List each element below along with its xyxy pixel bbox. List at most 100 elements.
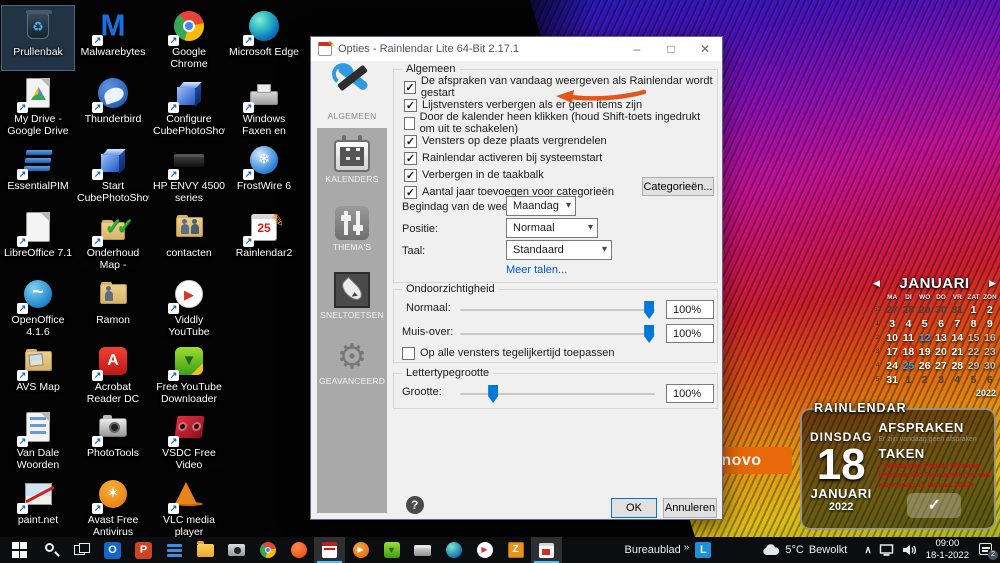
toolbar-overflow-chevron[interactable]: » <box>684 542 690 553</box>
checkbox-box[interactable] <box>402 347 415 360</box>
taskbar-youtube-downloader-button[interactable]: ▼ <box>376 537 407 563</box>
calendar-day[interactable]: 1 <box>965 303 981 317</box>
calendar-day[interactable]: 10 <box>884 331 900 345</box>
calendar-day[interactable]: 16 <box>982 331 998 345</box>
calendar-day[interactable]: 29 <box>917 303 933 317</box>
hidden-icons-chevron[interactable]: ∧ <box>864 545 871 556</box>
fontsize-slider[interactable] <box>460 393 655 395</box>
apply-all-windows-checkbox[interactable]: Op alle vensters tegelijkertijd toepasse… <box>402 346 614 360</box>
desktop-icon-vlc[interactable]: ↗VLC media player <box>153 474 225 538</box>
desktop-icon-contacten[interactable]: contacten <box>153 207 225 271</box>
checkbox-box[interactable]: ✓ <box>404 186 417 199</box>
desktop-icon-essentialpim[interactable]: ↗EssentialPIM <box>2 140 74 204</box>
taskbar-camera-button[interactable] <box>221 537 252 563</box>
calendar-widget[interactable]: ◀ JANUARI ▶ MADIWODOVRZATZON522728293031… <box>871 275 998 398</box>
network-icon[interactable] <box>879 543 895 557</box>
sidebar-item-sneltoetsen[interactable]: SNELTOETSEN <box>317 262 387 329</box>
checkbox-box[interactable]: ✓ <box>404 81 416 94</box>
volume-icon[interactable] <box>902 543 917 557</box>
desktop-icon-acrobat[interactable]: A↗Acrobat Reader DC <box>77 341 149 405</box>
checkbox-box[interactable]: ✓ <box>404 152 417 165</box>
calendar-day[interactable]: 9 <box>982 317 998 331</box>
calendar-day[interactable]: 12 <box>917 331 933 345</box>
sidebar-item-algemeen[interactable]: ALGEMEEN <box>317 61 387 128</box>
rainlendar-today-widget[interactable]: RAINLENDAR DINSDAG 18 JANUARI 2022 AFSPR… <box>800 408 996 530</box>
taskbar-search-button[interactable] <box>35 537 66 563</box>
calendar-day[interactable]: 27 <box>933 359 949 373</box>
taskbar-rainlendar-options-button[interactable] <box>314 537 345 563</box>
more-languages-link[interactable]: Meer talen... <box>506 264 567 276</box>
calendar-day[interactable]: 17 <box>884 345 900 359</box>
checkbox-6[interactable]: ✓Verbergen in de taakbalk <box>404 168 544 182</box>
calendar-next-icon[interactable]: ▶ <box>989 278 996 289</box>
dialog-titlebar[interactable]: Opties - Rainlendar Lite 64-Bit 2.17.1 –… <box>311 37 722 61</box>
desktop-icon-vsdc[interactable]: ↗VSDC Free Video Converter x32 <box>153 407 225 471</box>
desktop-icon-onderhoud[interactable]: ✓✓↗Onderhoud Map - Snelkoppeling <box>77 207 149 271</box>
opacity-normal-slider[interactable] <box>460 309 655 311</box>
cancel-button[interactable]: Annuleren <box>663 498 717 518</box>
checkbox-2[interactable]: ✓Lijstvensters verbergen als er geen ite… <box>404 98 642 112</box>
calendar-day[interactable]: 15 <box>965 331 981 345</box>
calendar-day[interactable]: 5 <box>965 373 981 387</box>
desktop-icon-paintnet[interactable]: ↗paint.net <box>2 474 74 538</box>
taskbar-explorer-button[interactable] <box>190 537 221 563</box>
desktop-icon-mydrive[interactable]: ↗My Drive - Google Drive <box>2 73 74 137</box>
desktop-icon-vandale[interactable]: ↗Van Dale Woorden boek.htm - Snelk... <box>2 407 74 471</box>
calendar-day[interactable]: 5 <box>917 317 933 331</box>
calendar-day[interactable]: 4 <box>900 317 916 331</box>
sidebar-item-geavanceerd[interactable]: ⚙GEAVANCEERD <box>317 329 387 396</box>
taskbar-edge-button[interactable] <box>438 537 469 563</box>
checkbox-3[interactable]: Door de kalender heen klikken (houd Shif… <box>404 116 717 130</box>
language-dropdown[interactable]: Standaard <box>506 240 612 260</box>
desktop-icon-hpenvy[interactable]: ↗HP ENVY 4500 series <box>153 140 225 204</box>
taken-item[interactable]: • Verjaardag Pop de Miranda (Paramaribo … <box>878 461 990 489</box>
calendar-day[interactable]: 28 <box>949 359 965 373</box>
calendar-day[interactable]: 3 <box>884 317 900 331</box>
calendar-day[interactable]: 13 <box>933 331 949 345</box>
taskbar-viddly-button[interactable]: ▶ <box>469 537 500 563</box>
minimize-button[interactable]: – <box>620 37 654 61</box>
desktop-icon-avast[interactable]: ✶↗Avast Free Antivirus <box>77 474 149 538</box>
desktop-icon-startcube[interactable]: ↗Start CubePhotoShow <box>77 140 149 204</box>
taskbar-powerpoint-button[interactable]: P <box>128 537 159 563</box>
calendar-day[interactable]: 30 <box>933 303 949 317</box>
sidebar-item-themas[interactable]: THEMA'S <box>317 195 387 262</box>
week-start-dropdown[interactable]: Maandag <box>506 196 576 216</box>
desktop-toolbar[interactable]: Bureaublad » L <box>625 542 712 558</box>
ok-button[interactable]: OK <box>611 498 657 518</box>
calendar-day[interactable]: 2 <box>917 373 933 387</box>
help-button[interactable]: ? <box>406 496 424 514</box>
desktop-icon-libreoffice[interactable]: ↗LibreOffice 7.1 <box>2 207 74 271</box>
calendar-day[interactable]: 4 <box>949 373 965 387</box>
desktop-icon-viddly[interactable]: ▶↗Viddly YouTube Downloader <box>153 274 225 338</box>
desktop-icon-rainlendar2[interactable]: 25✎↗Rainlendar2 <box>228 207 300 271</box>
weather-tray[interactable]: 5°C Bewolkt <box>762 544 847 556</box>
desktop-icon-avsmap[interactable]: ↗AVS Map <box>2 341 74 405</box>
fontsize-value[interactable]: 100% <box>666 384 714 403</box>
checkbox-box[interactable]: ✓ <box>404 135 417 148</box>
desktop-icon-frostwire[interactable]: ❄↗FrostWire 6 <box>228 140 300 204</box>
lastpass-icon[interactable]: L <box>695 542 711 558</box>
calendar-day[interactable]: 19 <box>917 345 933 359</box>
taskbar-brave-button[interactable] <box>283 537 314 563</box>
desktop-icon-configcube[interactable]: ↗Configure CubePhotoShow <box>153 73 225 137</box>
desktop-icon-malwarebytes[interactable]: M↗Malwarebytes <box>77 6 149 70</box>
maximize-button[interactable]: □ <box>654 37 688 61</box>
desktop-icon-freeytd[interactable]: ▼↗Free YouTube Downloader <box>153 341 225 405</box>
calendar-day[interactable]: 2 <box>982 303 998 317</box>
opacity-hover-slider[interactable] <box>460 333 655 335</box>
checkbox-box[interactable] <box>404 117 415 130</box>
calendar-day[interactable]: 14 <box>949 331 965 345</box>
calendar-day[interactable]: 6 <box>982 373 998 387</box>
calendar-day[interactable]: 30 <box>982 359 998 373</box>
calendar-day[interactable]: 25 <box>900 359 916 373</box>
close-button[interactable]: ✕ <box>688 37 722 61</box>
taskbar-media-player-button[interactable]: ▶ <box>345 537 376 563</box>
desktop-icon-phototools[interactable]: ↗PhotoTools <box>77 407 149 471</box>
sidebar-item-kalenders[interactable]: KALENDERS <box>317 128 387 195</box>
calendar-day[interactable]: 27 <box>884 303 900 317</box>
calendar-day[interactable]: 31 <box>949 303 965 317</box>
calendar-day[interactable]: 28 <box>900 303 916 317</box>
calendar-day[interactable]: 21 <box>949 345 965 359</box>
desktop-icon-edge[interactable]: ↗Microsoft Edge <box>228 6 300 70</box>
